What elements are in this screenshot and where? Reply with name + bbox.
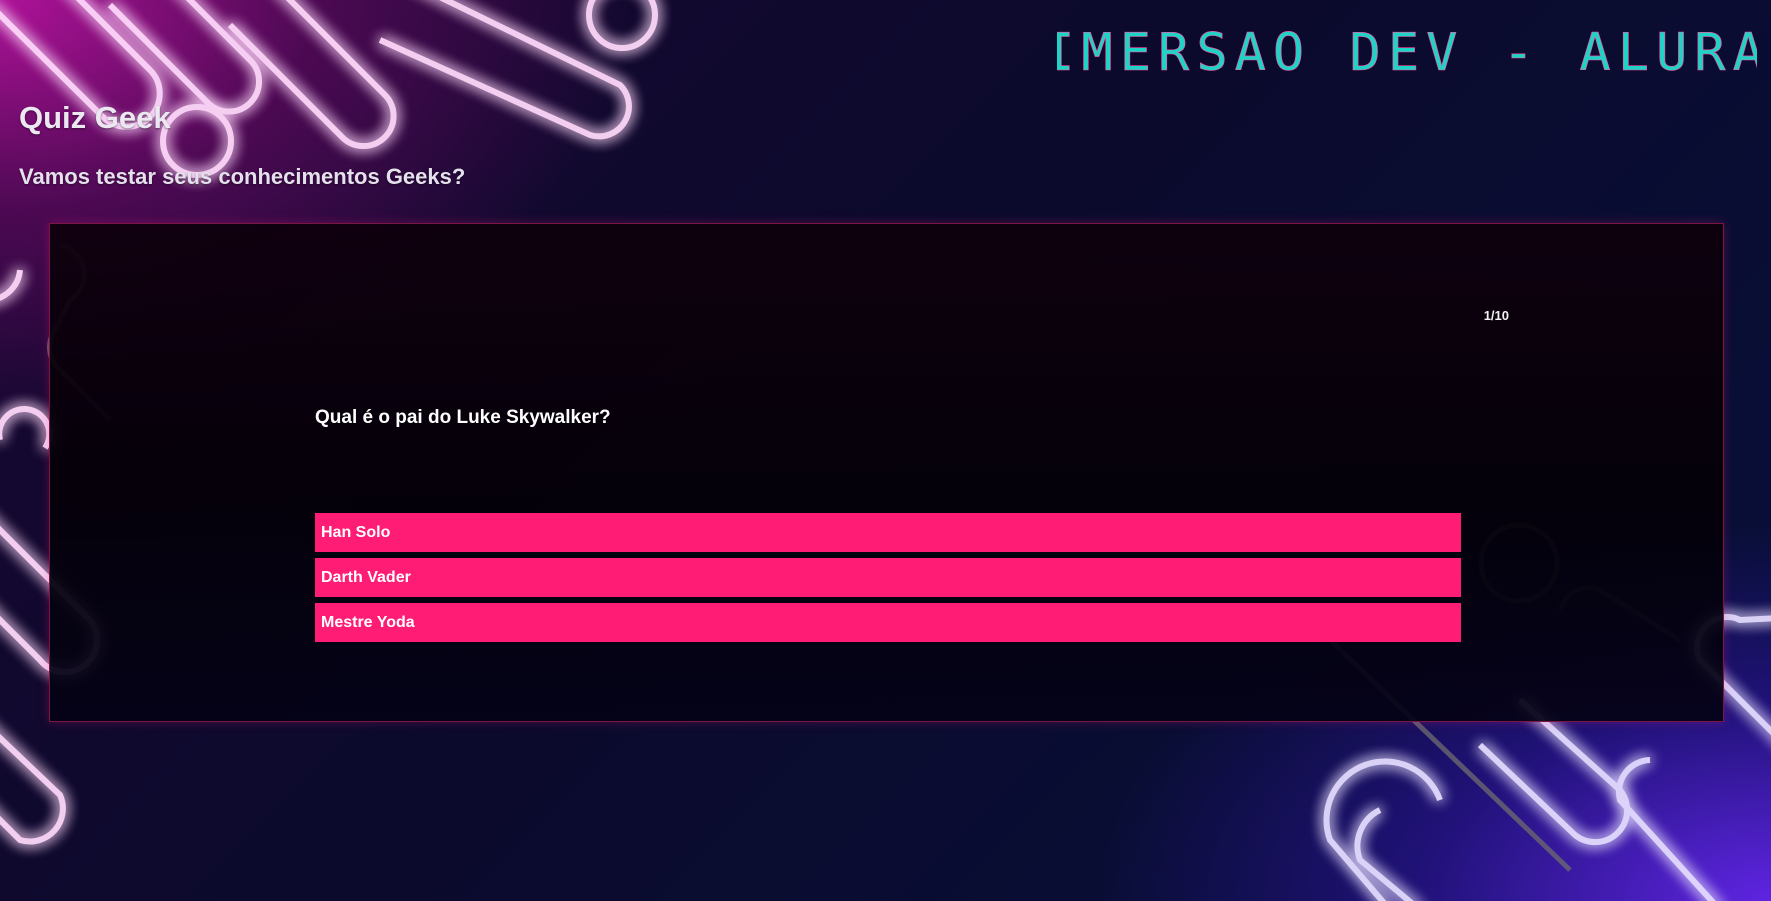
answer-button-han-solo[interactable]: Han Solo [315, 513, 1461, 552]
brand-logo-text: IMERSAO DEV - ALURA [1057, 23, 1757, 83]
brand-logo: IMERSAO DEV - ALURA [1057, 23, 1757, 84]
neon-tube [107, 0, 263, 115]
neon-tube [1615, 757, 1716, 901]
page-title: Quiz Geek [19, 100, 171, 135]
question-text: Qual é o pai do Luke Skywalker? [315, 407, 611, 428]
answer-list: Han Solo Darth Vader Mestre Yoda [315, 513, 1461, 648]
neon-ring [586, 0, 658, 51]
page-subtitle: Vamos testar seus conhecimentos Geeks? [19, 164, 466, 189]
neon-tube [227, 0, 397, 150]
neon-tube [0, 406, 53, 450]
quiz-panel: 1/10 Qual é o pai do Luke Skywalker? Han… [49, 223, 1724, 722]
neon-tube [0, 269, 23, 301]
neon-tube [1354, 807, 1414, 901]
neon-tube [378, 0, 632, 140]
question-counter: 1/10 [1483, 308, 1509, 323]
answer-button-mestre-yoda[interactable]: Mestre Yoda [315, 603, 1461, 642]
answer-button-darth-vader[interactable]: Darth Vader [315, 558, 1461, 597]
neon-tube [1323, 758, 1443, 901]
